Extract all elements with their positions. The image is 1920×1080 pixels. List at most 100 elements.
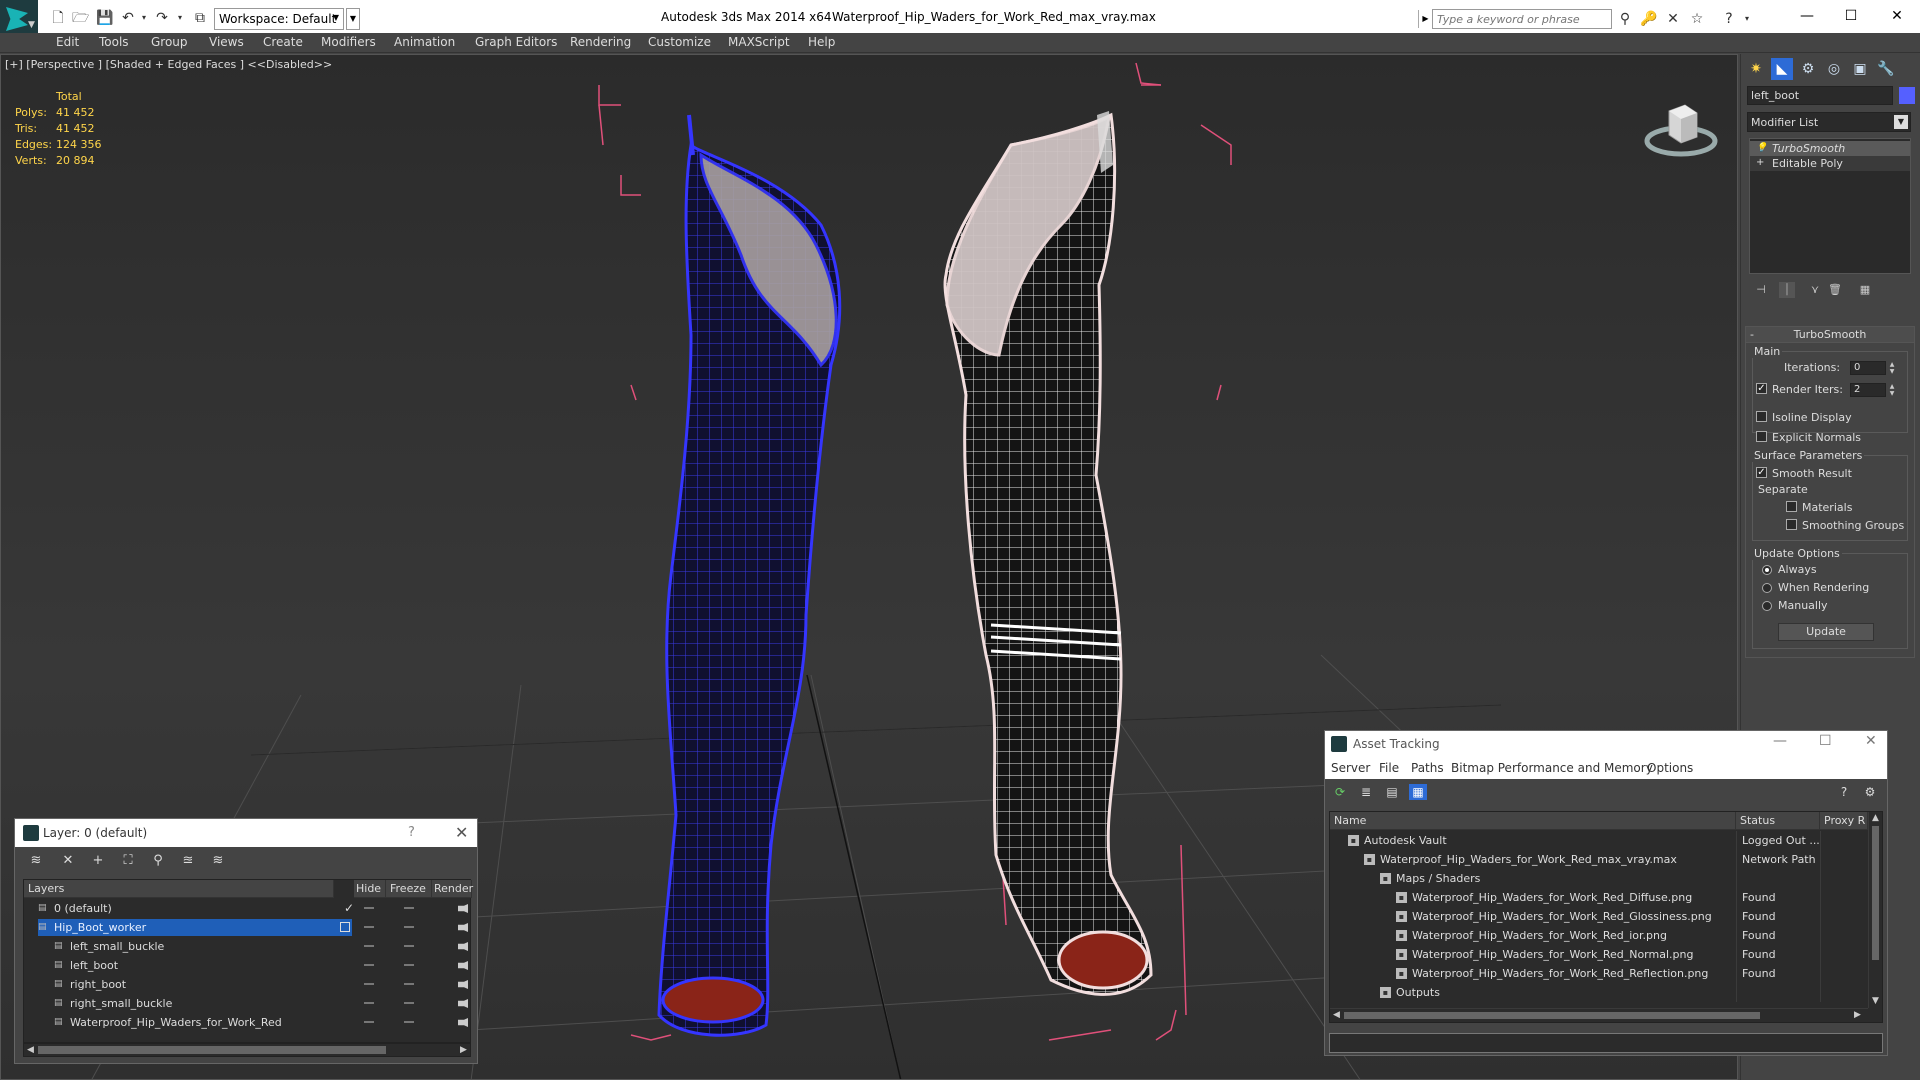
configure-sets-icon[interactable]: ▦ — [1857, 282, 1873, 298]
spinner-arrows-icon[interactable]: ▲ ▼ — [1888, 361, 1896, 375]
create-layer-icon[interactable]: ≋ — [27, 853, 45, 869]
update-button[interactable]: Update — [1778, 623, 1874, 641]
viewport-label-menu[interactable]: [+] [Perspective ] [Shaded + Edged Faces… — [5, 58, 332, 71]
workspace-select[interactable]: Workspace: Default ▼ — [214, 8, 344, 30]
help-button[interactable]: ? — [408, 825, 415, 840]
always-radio[interactable] — [1762, 565, 1772, 575]
column-header-layers[interactable]: Layers — [24, 880, 334, 898]
help-dropdown-icon[interactable]: ▾ — [1738, 10, 1756, 28]
render-teapot-icon[interactable] — [458, 942, 468, 951]
select-objects-icon[interactable]: ⛶ — [119, 853, 137, 869]
rollout-header[interactable]: - TurboSmooth — [1746, 327, 1914, 343]
menu-maxscript[interactable]: MAXScript — [728, 35, 790, 49]
stack-item-turbosmooth[interactable]: 💡 TurboSmooth — [1750, 141, 1910, 156]
freeze-toggle-icon[interactable] — [404, 945, 414, 947]
layer-name-cell[interactable]: ▤ right_small_buckle — [38, 995, 352, 1012]
make-unique-icon[interactable]: ⋎ — [1807, 282, 1823, 298]
undo-dropdown-icon[interactable]: ▾ — [136, 10, 152, 26]
asset-vertical-scrollbar[interactable]: ▲ ▼ — [1868, 812, 1882, 1008]
scrollbar-thumb[interactable] — [1344, 1012, 1760, 1019]
close-icon[interactable]: ✕ — [455, 823, 468, 842]
menu-graph-editors[interactable]: Graph Editors — [475, 35, 557, 49]
layer-row[interactable]: ▤ Waterproof_Hip_Waders_for_Work_Red — [24, 1013, 470, 1032]
redo-icon[interactable]: ↷ — [154, 10, 170, 26]
hide-toggle-icon[interactable] — [364, 945, 374, 947]
asset-row[interactable]: ▪ Waterproof_Hip_Waders_for_Work_Red_max_… — [1330, 850, 1870, 869]
asset-row[interactable]: ▪ Waterproof_Hip_Waders_for_Work_Red_Norm… — [1330, 945, 1870, 964]
scroll-down-icon[interactable]: ▼ — [1872, 996, 1879, 1006]
delete-layer-icon[interactable]: ✕ — [59, 853, 77, 869]
binoculars-icon[interactable]: ⚲ — [1616, 10, 1634, 28]
add-to-layer-icon[interactable]: + — [89, 853, 107, 869]
save-icon[interactable]: 💾 — [96, 10, 113, 26]
refresh-icon[interactable]: ⟳ — [1331, 784, 1349, 800]
object-name-field[interactable] — [1747, 86, 1893, 105]
qat-customize-button[interactable]: ▼ — [346, 8, 360, 30]
freeze-all-layers-icon[interactable]: ≋ — [209, 853, 227, 869]
render-iters-spinner[interactable]: 2 — [1850, 383, 1886, 397]
layer-name-cell[interactable]: ▤ left_small_buckle — [38, 938, 352, 955]
layer-row[interactable]: ▤ left_small_buckle — [24, 937, 470, 956]
isoline-display-checkbox[interactable] — [1756, 411, 1767, 422]
minimize-button[interactable]: — — [1792, 4, 1822, 28]
list-view-icon[interactable]: ≣ — [1357, 784, 1375, 800]
spinner-arrows-icon[interactable]: ▲ ▼ — [1888, 383, 1896, 397]
render-teapot-icon[interactable] — [458, 961, 468, 970]
layer-row[interactable]: ▤ Hip_Boot_worker — [24, 918, 470, 937]
help-icon[interactable]: ? — [1720, 10, 1738, 28]
column-header-proxy-resolution[interactable]: Proxy R — [1820, 812, 1868, 830]
asset-row[interactable]: ▪ Waterproof_Hip_Waders_for_Work_Red_ior.… — [1330, 926, 1870, 945]
asset-row[interactable]: ▪ Maps / Shaders — [1330, 869, 1870, 888]
menu-edit[interactable]: Edit — [56, 35, 79, 49]
column-header-name[interactable]: Name — [1330, 812, 1736, 830]
asset-row[interactable]: ▪ Outputs — [1330, 983, 1870, 1002]
scrollbar-thumb[interactable] — [1872, 826, 1879, 960]
manually-radio[interactable] — [1762, 601, 1772, 611]
motion-tab-icon[interactable]: ◎ — [1823, 58, 1845, 80]
menu-modifiers[interactable]: Modifiers — [321, 35, 376, 49]
hide-toggle-icon[interactable] — [364, 964, 374, 966]
menu-group[interactable]: Group — [151, 35, 188, 49]
menu-tools[interactable]: Tools — [99, 35, 129, 49]
menu-server[interactable]: Server — [1331, 761, 1370, 775]
layer-name-cell[interactable]: ▤ Waterproof_Hip_Waders_for_Work_Red — [38, 1014, 352, 1031]
set-current-layer-box[interactable] — [340, 922, 350, 932]
explicit-normals-checkbox[interactable] — [1756, 431, 1767, 442]
hide-toggle-icon[interactable] — [364, 983, 374, 985]
minimize-button[interactable]: — — [1773, 733, 1787, 749]
remove-modifier-icon[interactable]: 🗑 — [1827, 282, 1843, 298]
layer-row[interactable]: ▤ right_boot — [24, 975, 470, 994]
asset-tracking-titlebar[interactable]: Asset Tracking — ☐ ✕ — [1325, 731, 1887, 757]
layer-row[interactable]: ▤ right_small_buckle — [24, 994, 470, 1013]
project-folder-icon[interactable]: ⧉ — [192, 10, 208, 26]
column-header-status[interactable]: Status — [1736, 812, 1820, 830]
layer-row[interactable]: ▤ 0 (default) ✓ — [24, 899, 470, 918]
menu-options[interactable]: Options — [1647, 761, 1693, 775]
menu-rendering[interactable]: Rendering — [570, 35, 631, 49]
asset-horizontal-scrollbar[interactable]: ◀ ▶ — [1330, 1008, 1868, 1022]
scrollbar-thumb[interactable] — [38, 1046, 386, 1054]
layer-explorer-titlebar[interactable]: Layer: 0 (default) ? ✕ — [15, 819, 477, 847]
redo-dropdown-icon[interactable]: ▾ — [172, 10, 188, 26]
display-tab-icon[interactable]: ▣ — [1849, 58, 1871, 80]
freeze-toggle-icon[interactable] — [404, 1021, 414, 1023]
column-header-render[interactable]: Render — [432, 880, 473, 898]
scroll-up-icon[interactable]: ▲ — [1872, 813, 1879, 823]
modify-tab-icon[interactable]: ◣ — [1771, 58, 1793, 80]
asset-row[interactable]: ▪ Waterproof_Hip_Waders_for_Work_Red_Glos… — [1330, 907, 1870, 926]
freeze-toggle-icon[interactable] — [404, 907, 414, 909]
iterations-spinner[interactable]: 0 — [1850, 361, 1886, 375]
expand-plus-icon[interactable]: + — [1756, 158, 1766, 168]
hide-toggle-icon[interactable] — [364, 907, 374, 909]
freeze-toggle-icon[interactable] — [404, 926, 414, 928]
layer-name-cell[interactable]: ▤ 0 (default) — [38, 900, 352, 917]
thumbnail-view-icon[interactable]: ▤ — [1383, 784, 1401, 800]
lightbulb-icon[interactable]: 💡 — [1756, 143, 1767, 153]
smooth-result-checkbox[interactable]: ✓ — [1756, 467, 1767, 478]
layer-name-cell[interactable]: ▤ right_boot — [38, 976, 352, 993]
close-icon[interactable]: ✕ — [1865, 733, 1877, 749]
menu-customize[interactable]: Customize — [648, 35, 711, 49]
layer-name-cell[interactable]: ▤ Hip_Boot_worker — [38, 919, 352, 936]
help-icon[interactable]: ? — [1835, 784, 1853, 800]
create-tab-icon[interactable]: ✷ — [1745, 58, 1767, 80]
